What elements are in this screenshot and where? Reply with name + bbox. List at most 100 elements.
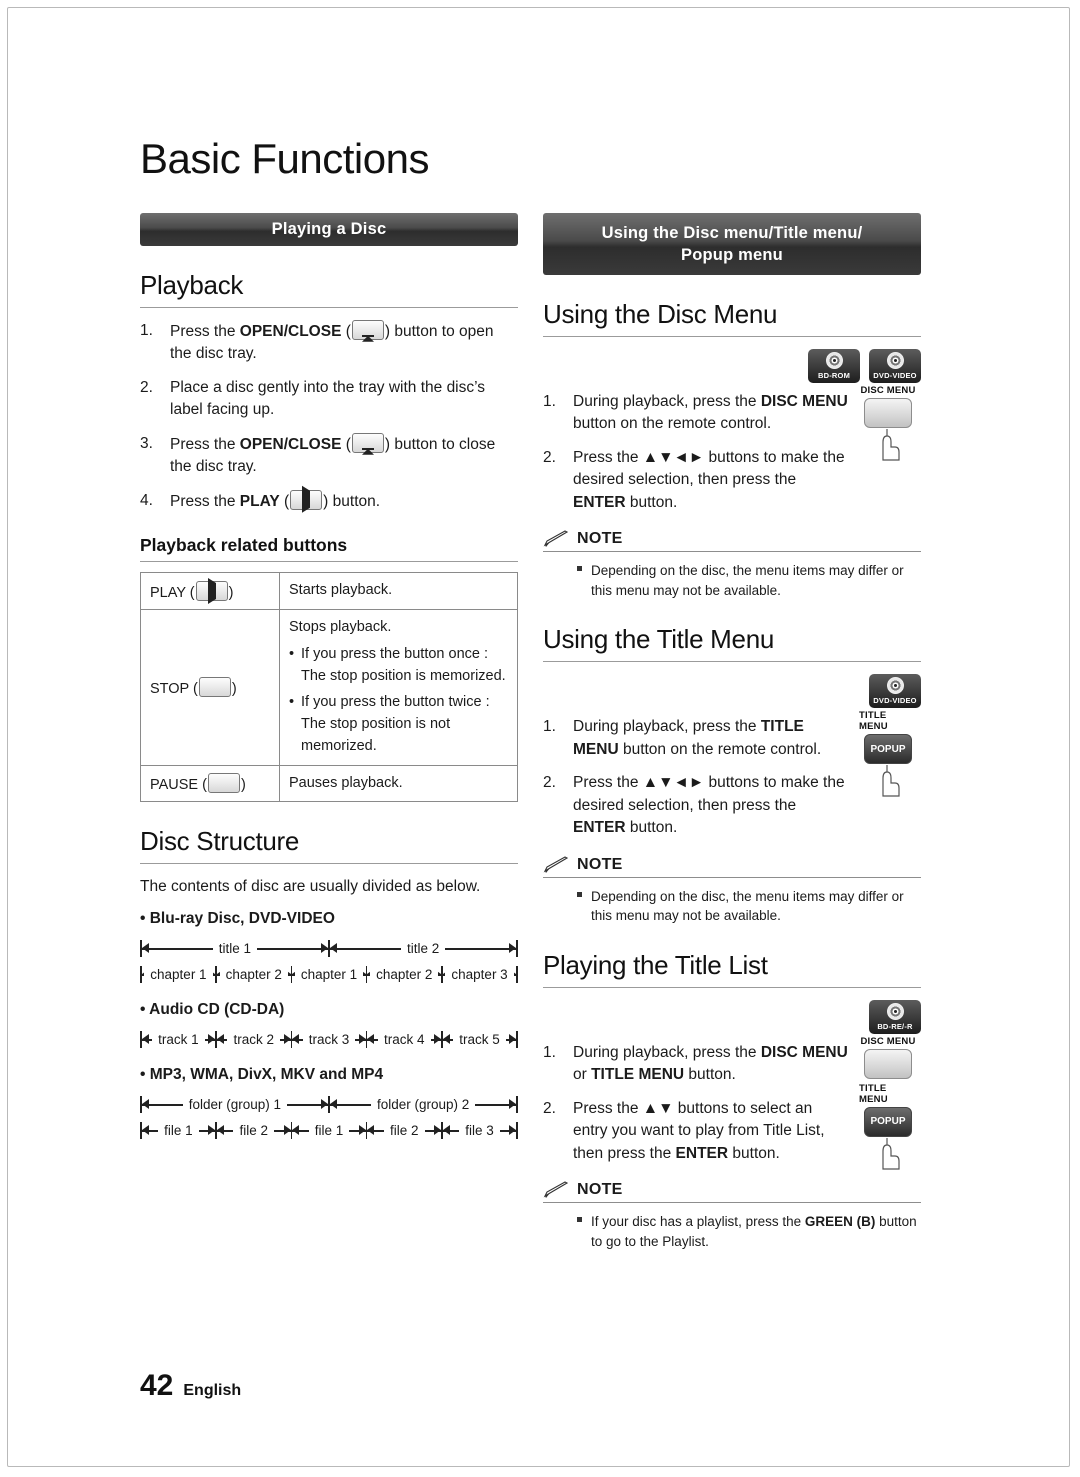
diagram-cell: track 5 — [442, 1026, 517, 1052]
disc-menu-button[interactable] — [864, 1048, 912, 1079]
diagram-bluray: title 1 title 2 chapter 1 chapter 2 chap… — [140, 935, 518, 987]
step-number: 2. — [543, 774, 556, 792]
step-text-bold: TITLE MENU — [591, 1066, 685, 1084]
step-text-bold: OPEN/CLOSE — [239, 435, 342, 453]
step-text-part: During playback, press the — [573, 718, 761, 736]
note-bullet — [577, 1212, 591, 1251]
step-text: During playback, press the TITLE MENU bu… — [573, 716, 849, 761]
divider — [543, 986, 921, 988]
table-cell-line: If you press the button once : The stop … — [301, 645, 506, 684]
remote-key-label: TITLE MENU — [859, 1082, 888, 1105]
step-item: 1. During playback, press the DISC MENU … — [543, 391, 849, 436]
pencil-icon — [543, 856, 569, 873]
diagram-cell: track 3 — [292, 1026, 366, 1052]
popup-button[interactable]: POPUP — [864, 1106, 912, 1137]
diagram-cell: file 3 — [442, 1117, 517, 1143]
disc-menu-button[interactable] — [864, 398, 912, 428]
table-row: PLAY () Starts playback. — [140, 572, 518, 611]
diagram-cell: folder (group) 2 — [329, 1091, 517, 1117]
table-cell-bullet: • If you press the button once : The stop… — [289, 644, 508, 688]
disc-badge-label: BD-ROM — [817, 371, 851, 380]
table-cell-key: PAUSE () — [140, 764, 280, 803]
note-text: If your disc has a playlist, press the G… — [591, 1212, 921, 1251]
diagram-cell-label: chapter 1 — [144, 966, 213, 982]
hand-pointer-icon — [882, 765, 900, 798]
disc-badge: BD-RE/-R — [869, 999, 921, 1034]
note-text-bold: GREEN (B) — [804, 1214, 876, 1230]
section-banner-disc-title-popup-menu: Using the Disc menu/Title menu/ Popup me… — [543, 213, 921, 275]
diagram-row: file 1 file 2 file 1 file 2 file 3 — [140, 1117, 518, 1143]
disc-icon — [886, 1002, 904, 1020]
step-item: 2. Place a disc gently into the tray wit… — [140, 377, 518, 422]
diagram-cell: chapter 2 — [216, 961, 291, 987]
diagram-divider — [516, 939, 518, 957]
step-number: 4. — [140, 491, 153, 509]
bullet-dot: • — [289, 645, 295, 662]
diagram-cell: file 2 — [216, 1117, 291, 1143]
heading-playback: Playback — [140, 270, 244, 300]
diagram-cell: title 1 — [141, 935, 329, 961]
step-item: 2. Press the ▲▼◄► buttons to make the de… — [543, 447, 849, 514]
step-item: 1. During playback, press the TITLE MENU… — [543, 716, 849, 761]
step-text: During playback, press the DISC MENU or … — [573, 1042, 849, 1087]
step-text-part: button. — [728, 1144, 780, 1162]
step-number: 2. — [543, 1099, 556, 1117]
step-number: 1. — [140, 322, 153, 339]
heading-using-disc-menu: Using the Disc Menu — [543, 299, 778, 329]
diagram-cell-label: track 5 — [453, 1031, 506, 1047]
key-label-close: ) — [228, 585, 234, 602]
footer-language: English — [183, 1382, 242, 1399]
section-banner-playing-a-disc: Playing a Disc — [140, 213, 518, 246]
disc-badge-label: DVD-VIDEO — [873, 696, 917, 706]
diagram-cell-label: chapter 2 — [370, 966, 439, 982]
heading-playing-title-list: Playing the Title List — [543, 949, 768, 980]
popup-button[interactable]: POPUP — [864, 734, 912, 765]
diagram-mp3: folder (group) 1 folder (group) 2 file 1… — [140, 1091, 518, 1143]
step-text: Press the OPEN/CLOSE () button to open t… — [170, 318, 518, 366]
format-label-mp3: • MP3, WMA, DivX, MKV and MP4 — [140, 1066, 384, 1084]
playback-steps: 1. Press the OPEN/CLOSE () button to ope… — [140, 318, 518, 513]
diagram-cell-label: file 1 — [308, 1122, 350, 1138]
step-text-bold: ENTER — [573, 493, 626, 511]
step-text-pre: Press the — [170, 492, 240, 510]
step-text: Press the ▲▼◄► buttons to make the desir… — [573, 772, 849, 839]
note-body: Depending on the disc, the menu items ma… — [543, 887, 921, 926]
remote-key-label: TITLE MENU — [859, 710, 888, 733]
diagram-cell-label: folder (group) 2 — [370, 1096, 476, 1112]
table-cell-value: Pauses playback. — [279, 764, 518, 803]
pencil-icon — [543, 1181, 569, 1199]
diagram-cell-label: track 4 — [378, 1031, 431, 1047]
note-label: NOTE — [577, 530, 623, 548]
step-item: 2. Press the ▲▼◄► buttons to make the de… — [543, 772, 849, 839]
banner-line-2: Popup menu — [681, 246, 783, 264]
note-bullet — [577, 561, 591, 600]
diagram-cell: file 1 — [141, 1117, 216, 1143]
diagram-cell-label: folder (group) 1 — [182, 1096, 288, 1112]
step-item: 2. Press the ▲▼ buttons to select an ent… — [543, 1098, 849, 1165]
step-text-bold: DISC MENU — [760, 1043, 848, 1061]
hand-pointer-icon — [882, 1137, 900, 1170]
diagram-cell-label: file 1 — [158, 1122, 199, 1138]
step-text: During playback, press the DISC MENU but… — [573, 391, 849, 436]
diagram-cell-label: chapter 2 — [219, 966, 288, 982]
disc-structure-intro: The contents of disc are usually divided… — [140, 878, 481, 896]
disc-badges-title-menu: DVD-VIDEO — [543, 674, 921, 709]
disc-badge-label: DVD-VIDEO — [873, 371, 917, 380]
step-item: 3. Press the OPEN/CLOSE () button to clo… — [140, 431, 518, 479]
diagram-cell-label: file 3 — [459, 1122, 500, 1138]
bullet-dot: • — [289, 694, 295, 711]
step-text: Place a disc gently into the tray with t… — [170, 378, 486, 419]
diagram-cell-label: file 2 — [233, 1122, 274, 1138]
step-text-part: Press the ▲▼◄► buttons to make the desir… — [573, 774, 845, 814]
diagram-row: title 1 title 2 — [140, 935, 518, 961]
table-cell-line: Stops playback. — [289, 619, 392, 636]
step-text-part: button on the remote control. — [618, 740, 822, 758]
table-cell-line: If you press the button twice : The stop… — [301, 694, 490, 754]
step-text-bold: PLAY — [239, 492, 280, 510]
table-cell-line: Starts playback. — [289, 582, 393, 599]
page-footer: 42 English — [140, 1369, 241, 1403]
table-cell-key: STOP () — [140, 609, 280, 766]
step-number: 1. — [543, 393, 556, 410]
disc-badges-title-list: BD-RE/-R — [543, 999, 921, 1034]
pencil-icon — [543, 530, 569, 548]
